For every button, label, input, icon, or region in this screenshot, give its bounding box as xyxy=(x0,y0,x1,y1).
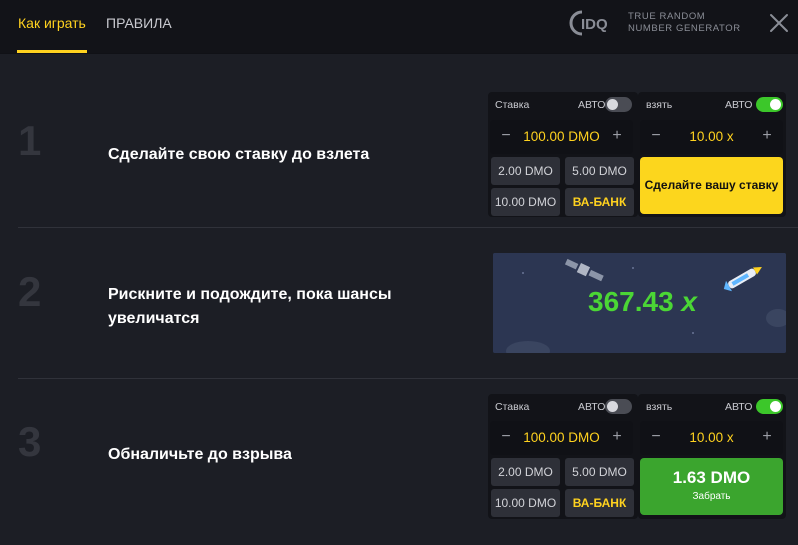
step-number-3: 3 xyxy=(18,418,42,465)
step-text-1: Сделайте свою ставку до взлета xyxy=(108,146,370,163)
quick-bet-all-in[interactable]: ВА-БАНК xyxy=(565,489,634,517)
game-multiplier: 367.43 x xyxy=(588,286,697,318)
take-label: взять xyxy=(646,401,673,413)
multiplier-suffix: x xyxy=(681,286,697,317)
quick-bet-10[interactable]: 10.00 DMO xyxy=(491,188,560,216)
step-text-2: Рискните и подождите, пока шансы увелича… xyxy=(108,286,392,327)
quick-bet-2[interactable]: 2.00 DMO xyxy=(491,458,560,486)
active-tab-indicator xyxy=(17,50,87,53)
step-number-1: 1 xyxy=(18,117,42,164)
toggle-knob xyxy=(770,99,781,110)
rng-label-line1: TRUE RANDOM xyxy=(628,11,706,22)
game-preview: 367.43 x xyxy=(493,253,786,353)
stake-label: Ставка xyxy=(495,99,530,111)
idq-logo: IDQ xyxy=(569,10,608,36)
top-bar: Как играть ПРАВИЛА IDQ TRUE RANDOM NUMBE… xyxy=(0,0,798,54)
auto-cashout-toggle[interactable] xyxy=(756,399,783,414)
quick-bet-10[interactable]: 10.00 DMO xyxy=(491,489,560,517)
cash-out-amount: 1.63 DMO xyxy=(672,468,751,487)
place-bet-button[interactable]: Сделайте вашу ставку xyxy=(640,157,783,214)
divider xyxy=(18,378,798,379)
cash-out-button[interactable]: 1.63 DMO Забрать xyxy=(640,458,783,515)
plus-icon[interactable]: + xyxy=(759,428,775,446)
toggle-knob xyxy=(607,99,618,110)
bet-amount-stepper[interactable]: − 100.00 DMO + xyxy=(490,421,633,455)
quick-bet-5[interactable]: 5.00 DMO xyxy=(565,157,634,185)
tab-rules[interactable]: ПРАВИЛА xyxy=(106,15,172,31)
quick-bet-2[interactable]: 2.00 DMO xyxy=(491,157,560,185)
step-text-3: Обналичьте до взрыва xyxy=(108,446,292,463)
auto-bet-label: АВТО xyxy=(578,401,606,413)
bet-amount-stepper[interactable]: − 100.00 DMO + xyxy=(490,120,633,154)
auto-bet-toggle[interactable] xyxy=(605,97,632,112)
quick-bet-5[interactable]: 5.00 DMO xyxy=(565,458,634,486)
cashout-multiplier-stepper[interactable]: − 10.00 x + xyxy=(640,120,783,154)
svg-text:IDQ: IDQ xyxy=(581,16,608,33)
auto-cashout-label: АВТО xyxy=(725,401,753,413)
cash-out-label: Забрать xyxy=(692,491,731,502)
cashout-multiplier-stepper[interactable]: − 10.00 x + xyxy=(640,421,783,455)
plus-icon[interactable]: + xyxy=(609,428,625,446)
auto-cashout-toggle[interactable] xyxy=(756,97,783,112)
multiplier-value: 367.43 xyxy=(588,286,674,317)
take-label: взять xyxy=(646,99,673,111)
toggle-knob xyxy=(770,401,781,412)
auto-bet-toggle[interactable] xyxy=(605,399,632,414)
step-number-2: 2 xyxy=(18,268,42,315)
auto-bet-label: АВТО xyxy=(578,99,606,111)
toggle-knob xyxy=(607,401,618,412)
rng-label: TRUE RANDOM NUMBER GENERATOR xyxy=(628,11,741,35)
stake-label: Ставка xyxy=(495,401,530,413)
quick-bet-all-in[interactable]: ВА-БАНК xyxy=(565,188,634,216)
auto-cashout-label: АВТО xyxy=(725,99,753,111)
rng-label-line2: NUMBER GENERATOR xyxy=(628,23,741,34)
divider xyxy=(18,227,798,228)
close-icon[interactable] xyxy=(768,12,790,34)
plus-icon[interactable]: + xyxy=(759,127,775,145)
tab-how-to-play[interactable]: Как играть xyxy=(18,15,86,31)
plus-icon[interactable]: + xyxy=(609,127,625,145)
